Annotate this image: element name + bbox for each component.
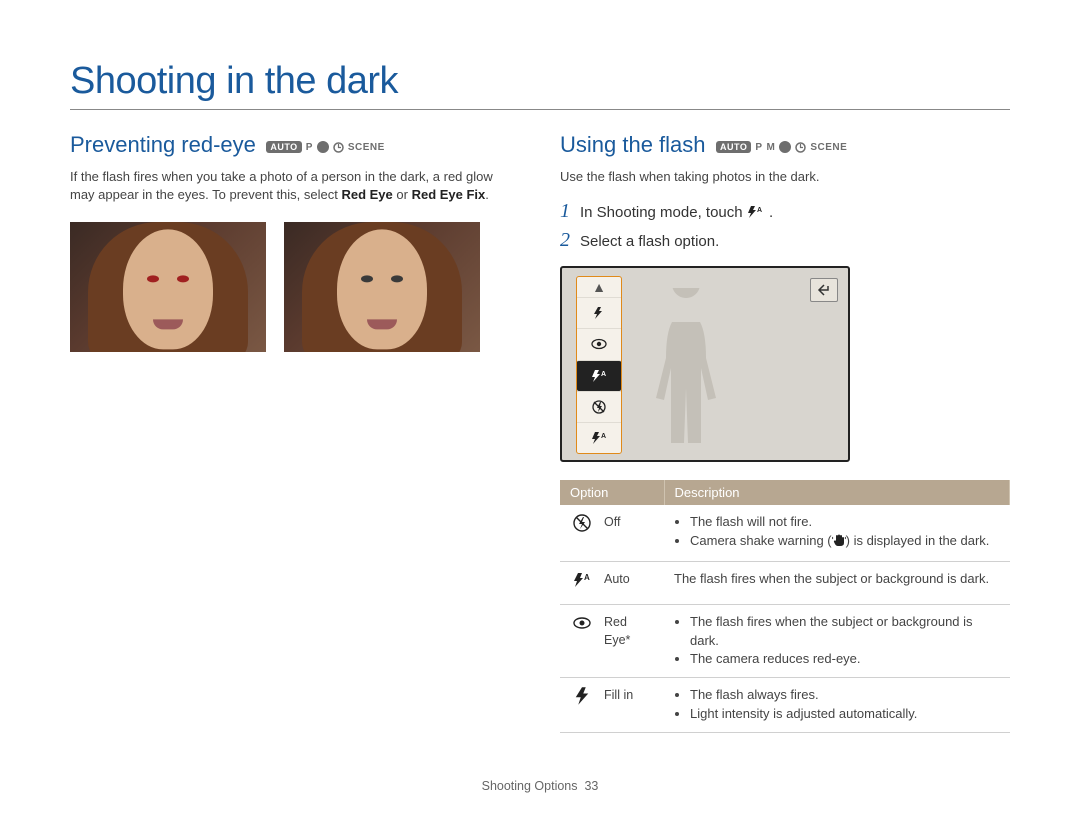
mode-auto-icon: AUTO — [716, 141, 751, 153]
th-description: Description — [664, 480, 1010, 505]
flash-option-off[interactable] — [577, 391, 621, 422]
intro-or: or — [393, 187, 412, 202]
desc-bullet: The flash always fires. — [690, 686, 1000, 705]
step1-text-a: In Shooting mode, touch — [580, 204, 747, 221]
section-heading-flash: Using the flash — [560, 132, 706, 157]
mode-badges-right: AUTO P M SCENE — [716, 141, 847, 153]
step2-text: Select a flash option. — [580, 233, 719, 250]
table-row: A Auto The flash fires when the subject … — [560, 561, 1010, 604]
mode-auto-icon: AUTO — [266, 141, 301, 153]
divider — [70, 109, 1010, 110]
flash-fillin-icon — [560, 678, 594, 733]
mode-night-icon — [795, 142, 806, 153]
flash-auto-inline-icon: A — [747, 205, 765, 219]
svg-text:A: A — [584, 573, 590, 582]
footer-section: Shooting Options — [482, 779, 578, 793]
table-row: Fill in The flash always fires. Light in… — [560, 678, 1010, 733]
mode-scene-icon: SCENE — [348, 142, 385, 153]
mode-dual-icon — [779, 141, 791, 153]
intro-text-right: Use the flash when taking photos in the … — [560, 168, 1010, 186]
flash-option-redeye[interactable] — [577, 328, 621, 359]
mode-night-icon — [333, 142, 344, 153]
example-photos — [70, 222, 520, 352]
section-heading-preventing: Preventing red-eye — [70, 132, 256, 157]
intro-end: . — [485, 187, 489, 202]
step-number: 1 — [560, 200, 570, 223]
option-desc: The flash will not fire. Camera shake wa… — [664, 505, 1010, 561]
option-name: Fill in — [594, 678, 664, 733]
right-column: Using the flash AUTO P M SCENE Use the f… — [560, 132, 1010, 733]
mode-dual-icon — [317, 141, 329, 153]
mode-scene-icon: SCENE — [810, 142, 847, 153]
shake-hand-icon — [832, 533, 846, 553]
photo-fixed — [284, 222, 480, 352]
desc-bullet: The camera reduces red-eye. — [690, 650, 1000, 669]
flash-redeye-icon — [560, 604, 594, 678]
option-desc: The flash fires when the subject or back… — [664, 561, 1010, 604]
option-name: Off — [594, 505, 664, 561]
scroll-up-icon[interactable]: ▲ — [577, 277, 621, 297]
footer-page-number: 33 — [584, 779, 598, 793]
intro-bold-1: Red Eye — [341, 187, 392, 202]
option-desc: The flash always fires. Light intensity … — [664, 678, 1010, 733]
page-footer: Shooting Options 33 — [0, 779, 1080, 793]
step1-text-b: . — [769, 204, 773, 221]
mode-p-icon: P — [306, 142, 313, 153]
desc-bullet: The flash will not fire. — [690, 513, 1000, 532]
option-name: Auto — [594, 561, 664, 604]
option-desc: The flash fires when the subject or back… — [664, 604, 1010, 678]
left-column: Preventing red-eye AUTO P SCENE If the f… — [70, 132, 520, 733]
intro-text-left: If the flash fires when you take a photo… — [70, 168, 520, 204]
table-row: Red Eye* The flash fires when the subjec… — [560, 604, 1010, 678]
camera-screen: ▲ A A — [560, 266, 850, 462]
subject-silhouette — [636, 288, 736, 448]
back-arrow-icon — [816, 283, 832, 297]
flash-off-icon — [560, 505, 594, 561]
step-1: 1 In Shooting mode, touch A . — [560, 200, 1010, 223]
table-row: Off The flash will not fire. Camera shak… — [560, 505, 1010, 561]
svg-text:A: A — [601, 433, 606, 440]
th-option: Option — [560, 480, 664, 505]
flash-menu[interactable]: ▲ A A — [576, 276, 622, 454]
step-number: 2 — [560, 229, 570, 252]
option-name: Red Eye* — [594, 604, 664, 678]
step-2: 2 Select a flash option. — [560, 229, 1010, 252]
mode-badges-left: AUTO P SCENE — [266, 141, 384, 153]
desc-bullet: The flash fires when the subject or back… — [690, 613, 1000, 651]
svg-text:A: A — [757, 207, 762, 214]
svg-text:A: A — [601, 371, 606, 378]
back-button[interactable] — [810, 278, 838, 302]
mode-p-icon: P — [755, 142, 762, 153]
desc-bullet: Camera shake warning () is displayed in … — [690, 532, 1000, 553]
flash-option-fill[interactable] — [577, 297, 621, 328]
flash-auto-icon: A — [560, 561, 594, 604]
desc-bullet: Light intensity is adjusted automaticall… — [690, 705, 1000, 724]
flash-option-slow[interactable]: A — [577, 422, 621, 453]
photo-redeye — [70, 222, 266, 352]
flash-option-auto-selected[interactable]: A — [577, 360, 621, 391]
intro-bold-2: Red Eye Fix — [412, 187, 486, 202]
flash-options-table: Option Description Off The flash will no… — [560, 480, 1010, 733]
mode-m-icon: M — [767, 142, 776, 153]
page-title: Shooting in the dark — [70, 60, 1010, 103]
